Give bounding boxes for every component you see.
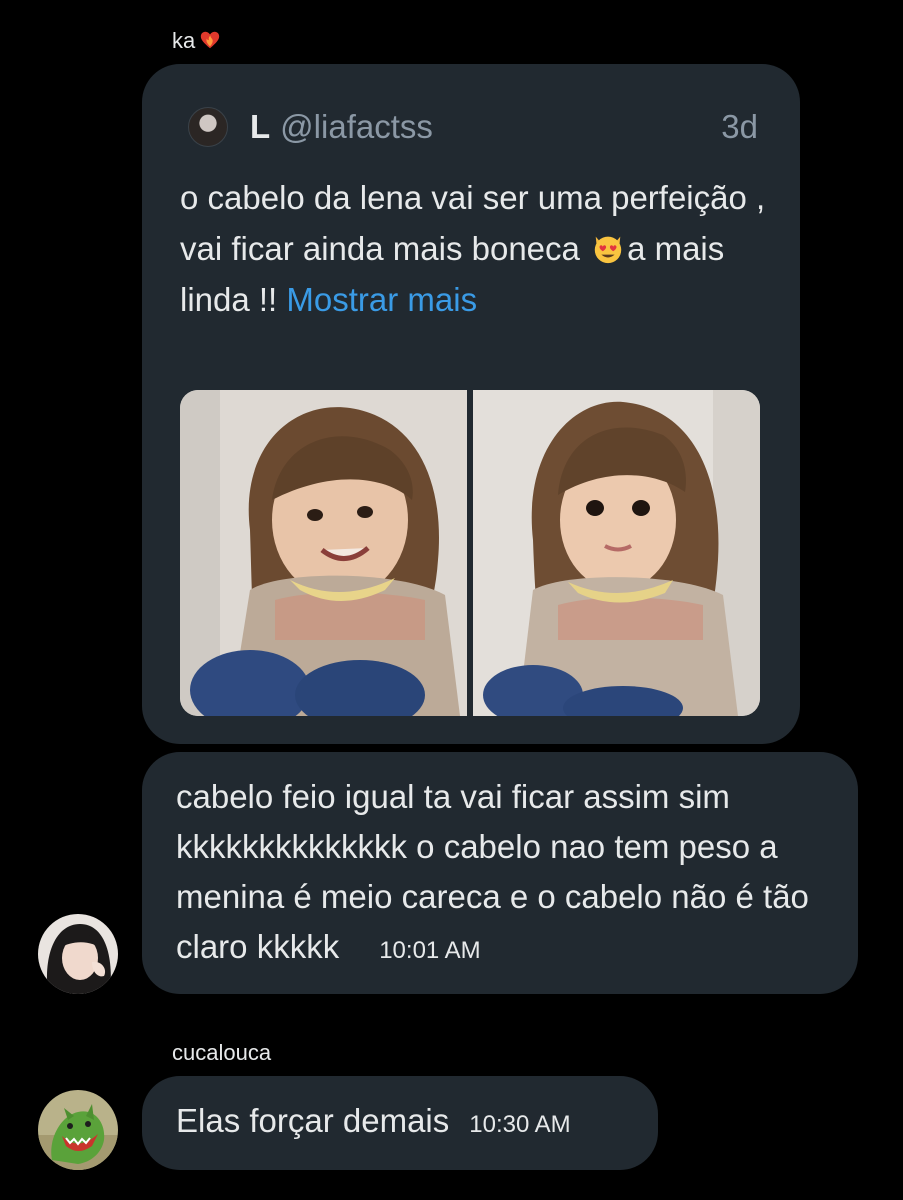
message-bubble[interactable]: Elas forçar demais 10:30 AM xyxy=(142,1076,658,1170)
quoted-post-card[interactable]: L @liafactss 3d o cabelo da lena vai ser… xyxy=(142,64,800,744)
message-time: 10:30 AM xyxy=(469,1111,571,1138)
message-body: Elas forçar demais xyxy=(176,1102,450,1139)
sender-name: cucalouca xyxy=(172,1040,272,1065)
quoted-post-media[interactable] xyxy=(180,390,760,716)
message-time: 10:01 AM xyxy=(379,937,481,964)
sender-name: ka xyxy=(172,28,221,54)
quoted-post-text: o cabelo da lena vai ser uma perfeição ,… xyxy=(180,172,770,325)
quoted-author-avatar[interactable] xyxy=(188,107,228,147)
quoted-author-handle[interactable]: @liafactss xyxy=(280,108,433,146)
show-more-link[interactable]: Mostrar mais xyxy=(286,281,477,318)
user-avatar-image xyxy=(38,914,118,994)
heart-on-fire-icon xyxy=(201,31,220,49)
quoted-post-age: 3d xyxy=(721,108,758,145)
message-bubble[interactable]: cabelo feio igual ta vai ficar assim sim… xyxy=(142,752,858,994)
sender-avatar[interactable] xyxy=(38,1090,118,1170)
heart-eyes-cat-icon xyxy=(594,236,622,264)
quoted-photo-1[interactable] xyxy=(180,390,467,716)
message-text: cabelo feio igual ta vai ficar assim sim… xyxy=(176,772,826,976)
sender-name-text: ka xyxy=(172,28,196,53)
quoted-author-name[interactable]: L xyxy=(250,108,270,146)
user-avatar-image xyxy=(38,1090,118,1170)
dm-thread: { "messages": [ { "sender": "ka", "sende… xyxy=(0,0,903,1200)
message-body: cabelo feio igual ta vai ficar assim sim… xyxy=(176,778,809,965)
quoted-post-header: L @liafactss 3d xyxy=(188,102,758,152)
sender-avatar[interactable] xyxy=(38,914,118,994)
quoted-photo-2[interactable] xyxy=(473,390,760,716)
message-text: Elas forçar demais 10:30 AM xyxy=(176,1102,571,1140)
